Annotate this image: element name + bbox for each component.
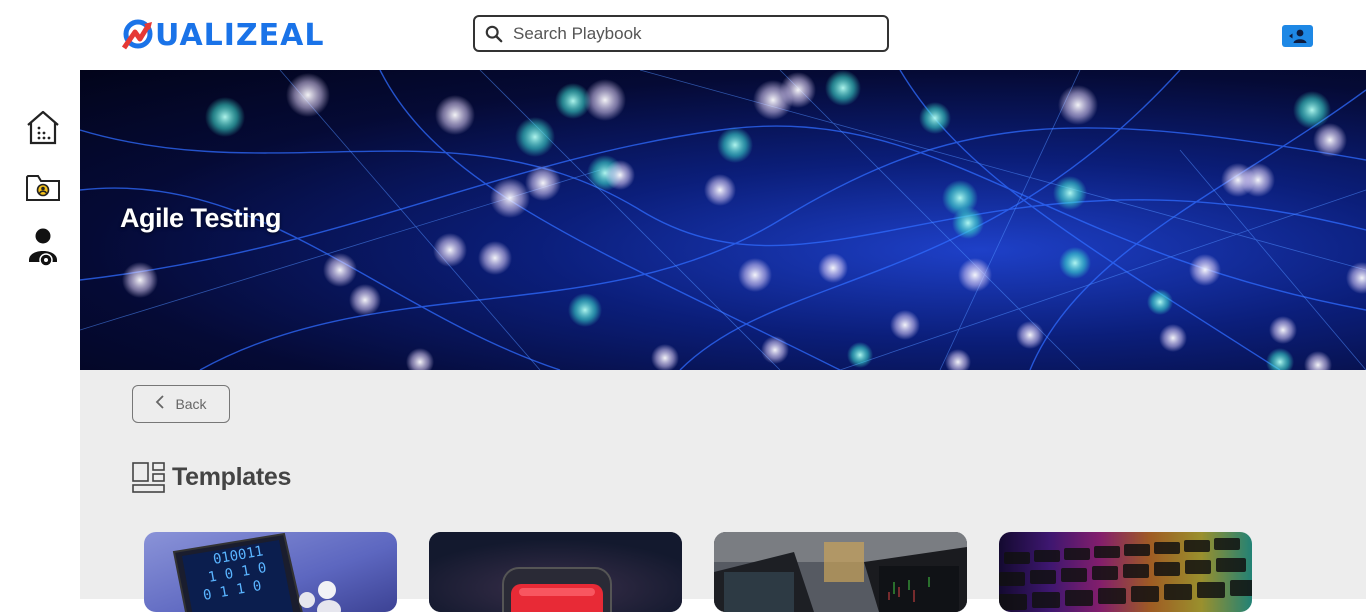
sidebar <box>0 70 80 599</box>
folder-user-icon <box>26 175 60 201</box>
page-title: Agile Testing <box>120 203 282 233</box>
user-switch-button[interactable] <box>1282 25 1313 47</box>
chevron-left-icon <box>155 394 165 414</box>
qualizeal-logo[interactable]: UALIZEAL <box>122 14 342 54</box>
sidebar-item-home[interactable] <box>22 106 64 148</box>
templates-header: Templates <box>132 461 291 493</box>
template-card-image <box>429 532 682 612</box>
templates-icon <box>132 462 165 493</box>
hero-banner: Agile Testing <box>80 70 1366 370</box>
template-card-2[interactable] <box>429 532 682 612</box>
search-icon <box>485 25 503 42</box>
back-button-label: Back <box>175 396 207 412</box>
template-card-image <box>714 532 967 612</box>
search-input[interactable] <box>511 22 875 45</box>
templates-title: Templates <box>172 462 292 491</box>
template-card-3[interactable] <box>714 532 967 612</box>
user-settings-icon <box>29 228 57 267</box>
top-bar: UALIZEAL <box>0 0 1366 70</box>
template-card-image: 010011 1 0 1 0 0 1 1 0 <box>172 532 341 612</box>
logo-mark: UALIZEAL <box>122 18 325 53</box>
content-area: Back Templates 010011 1 0 1 0 0 1 1 0 <box>80 370 1366 612</box>
sidebar-item-user-settings[interactable] <box>22 226 64 268</box>
sidebar-item-folder-user[interactable] <box>22 166 64 208</box>
search-box[interactable] <box>473 15 889 52</box>
template-card-4[interactable] <box>999 532 1252 612</box>
template-card-image <box>999 532 1252 612</box>
template-card-1[interactable]: 010011 1 0 1 0 0 1 1 0 <box>144 532 397 612</box>
svg-text:UALIZEAL: UALIZEAL <box>155 18 325 53</box>
user-switch-icon <box>1288 29 1306 43</box>
back-button[interactable]: Back <box>132 385 230 423</box>
home-icon <box>27 110 59 145</box>
